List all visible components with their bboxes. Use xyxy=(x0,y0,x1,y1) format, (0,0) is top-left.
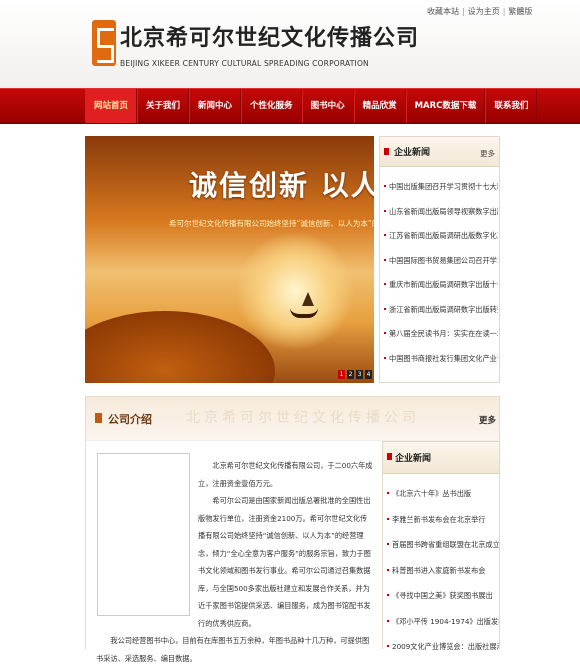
top-links: 收藏本站 | 设为主页 | 繁體版 xyxy=(424,6,535,17)
nav-item-contact[interactable]: 联系我们 xyxy=(485,89,538,123)
about-decoration: 北京希可尔世纪文化传播公司 xyxy=(186,410,420,426)
list-item[interactable]: 中国国际图书贸易集团公司召开学习会 xyxy=(384,255,498,280)
banner-page-1[interactable]: 1 xyxy=(338,370,345,379)
list-item[interactable]: 科普图书进入家庭新书发布会 xyxy=(387,565,499,591)
about-header: 公司介绍 北京希可尔世纪文化传播公司 更多 xyxy=(86,397,499,441)
list-item[interactable]: 中国出版集团召开学习贯彻十七大精神 xyxy=(384,181,498,206)
nav-item-marc[interactable]: MARC数据下载 xyxy=(405,89,486,123)
list-item[interactable]: 浙江省新闻出版局调研数字出版转型 xyxy=(384,304,498,329)
news-panel-header: 企业新闻 xyxy=(383,442,499,474)
list-item[interactable]: 《邓小平传 1904-1974》出版发行 xyxy=(387,616,499,642)
book-icon xyxy=(95,413,102,423)
list-item[interactable]: 《寻找中国之美》获奖图书展出 xyxy=(387,590,499,616)
bullet-icon xyxy=(387,453,392,460)
list-item[interactable]: 重庆市新闻出版局调研数字出版十七大 xyxy=(384,279,498,304)
nav-item-news[interactable]: 新闻中心 xyxy=(189,89,242,123)
list-item[interactable]: 《北京六十年》丛书出版 xyxy=(387,488,499,514)
main-nav: 网站首页 关于我们 新闻中心 个性化服务 图书中心 精品欣赏 MARC数据下载 … xyxy=(0,88,580,124)
list-item[interactable]: 第八届全民读书月：实实在在读一本书 xyxy=(384,328,498,353)
news-more-link[interactable]: 更多 xyxy=(480,148,495,159)
about-more-link[interactable]: 更多 xyxy=(479,414,496,426)
hero-banner[interactable]: 诚信创新 以人为本 希可尔世纪文化传播有限公司始终坚持“诚信创新、以人为本”的经… xyxy=(85,136,374,383)
list-item[interactable]: 李雅兰新书发布会在北京举行 xyxy=(387,514,499,540)
logo-icon[interactable] xyxy=(92,20,116,66)
list-item[interactable]: 江苏省新闻出版局调研出版数字化工作 xyxy=(384,230,498,255)
banner-page-2[interactable]: 2 xyxy=(347,370,354,379)
nav-items: 网站首页 关于我们 新闻中心 个性化服务 图书中心 精品欣赏 MARC数据下载 … xyxy=(85,89,538,123)
list-item[interactable]: 首届图书跨省重组联盟在北京成立 xyxy=(387,539,499,565)
list-item[interactable]: 中国图书商报社发行集团文化产业论坛 xyxy=(384,353,498,378)
list-item[interactable]: 山东省新闻出版局领导视察数字出版项目 xyxy=(384,206,498,231)
banner-page-4[interactable]: 4 xyxy=(365,370,372,379)
nav-item-gallery[interactable]: 精品欣赏 xyxy=(353,89,406,123)
banner-page-3[interactable]: 3 xyxy=(356,370,363,379)
set-homepage-link[interactable]: 设为主页 xyxy=(465,7,503,16)
news-panel: 企业新闻 更多 中国出版集团召开学习贯彻十七大精神 山东省新闻出版局领导视察数字… xyxy=(379,136,500,383)
text-float-spacer xyxy=(96,457,198,619)
news-list: 中国出版集团召开学习贯彻十七大精神 山东省新闻出版局领导视察数字出版项目 江苏省… xyxy=(384,181,498,377)
bookmark-link[interactable]: 收藏本站 xyxy=(424,7,462,16)
banner-subtitle: 希可尔世纪文化传播有限公司始终坚持“诚信创新、以人为本”的经营理念 xyxy=(169,219,374,228)
list-item[interactable]: 2009文化产业博览会：出版社展示能力 xyxy=(387,641,499,667)
banner-pagination: 1 2 3 4 xyxy=(338,370,372,379)
boat-icon xyxy=(290,292,318,318)
about-paragraph: 我公司经营图书中心，目前有在库图书五万余种，年图书品种十几万种，可提供图书采访、… xyxy=(96,636,370,663)
logo-subtitle: BEIJING XIKEER CENTURY CULTURAL SPREADIN… xyxy=(120,59,369,68)
nav-item-home[interactable]: 网站首页 xyxy=(85,89,138,123)
news-list: 《北京六十年》丛书出版 李雅兰新书发布会在北京举行 首届图书跨省重组联盟在北京成… xyxy=(387,488,499,667)
bullet-icon xyxy=(384,148,389,155)
logo-title[interactable]: 北京希可尔世纪文化传播公司 xyxy=(120,20,419,52)
about-title: 公司介绍 xyxy=(108,413,152,426)
news-panel-secondary: 企业新闻 《北京六十年》丛书出版 李雅兰新书发布会在北京举行 首届图书跨省重组联… xyxy=(382,441,500,651)
traditional-chinese-link[interactable]: 繁體版 xyxy=(505,7,535,16)
nav-item-books[interactable]: 图书中心 xyxy=(301,89,354,123)
nav-item-about[interactable]: 关于我们 xyxy=(137,89,190,123)
site-header: 北京希可尔世纪文化传播公司 BEIJING XIKEER CENTURY CUL… xyxy=(0,0,580,88)
news-panel-title: 企业新闻 xyxy=(394,148,431,158)
banner-slogan: 诚信创新 以人为本 xyxy=(189,169,374,202)
news-panel-title: 企业新闻 xyxy=(395,454,432,464)
news-panel-header: 企业新闻 更多 xyxy=(380,137,499,167)
sun-image xyxy=(235,231,355,351)
about-text: 北京希可尔世纪文化传播有限公司，于二00六年成立，注册资金壹佰万元。 希可尔公司… xyxy=(96,457,374,667)
nav-item-services[interactable]: 个性化服务 xyxy=(241,89,302,123)
